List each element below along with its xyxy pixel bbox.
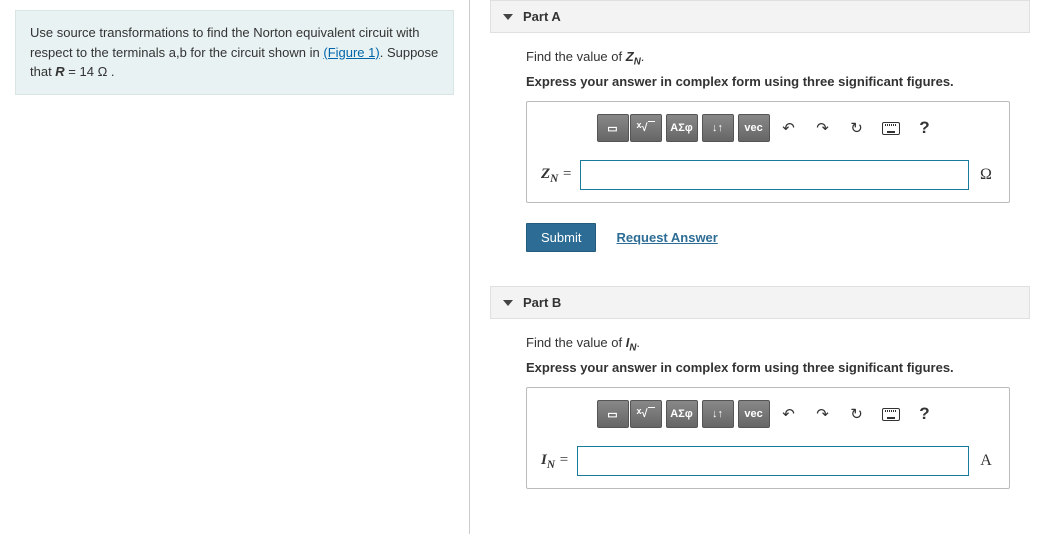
- help-icon[interactable]: ?: [910, 114, 940, 142]
- part-b-input[interactable]: [577, 446, 969, 476]
- part-b-question: Find the value of IN.: [526, 333, 1010, 356]
- part-a-title: Part A: [523, 9, 561, 24]
- problem-statement: Use source transformations to find the N…: [15, 10, 454, 95]
- vector-icon[interactable]: vec: [738, 114, 770, 142]
- templates-icon[interactable]: ▭: [597, 114, 629, 142]
- subscript-icon[interactable]: ↓↑: [702, 114, 734, 142]
- figure-link[interactable]: (Figure 1): [323, 45, 379, 60]
- reset-icon[interactable]: ↻: [842, 114, 872, 142]
- part-b-answer-row: IN = A: [541, 446, 995, 476]
- keyboard-icon[interactable]: [876, 400, 906, 428]
- part-a-header[interactable]: Part A: [490, 0, 1030, 33]
- part-a-actions: Submit Request Answer: [526, 223, 1010, 252]
- keyboard-icon[interactable]: [876, 114, 906, 142]
- page-layout: Use source transformations to find the N…: [0, 0, 1045, 534]
- answer-column: Part A Find the value of ZN. Express you…: [470, 0, 1045, 534]
- collapse-icon: [503, 300, 513, 306]
- part-a-unit: Ω: [977, 166, 995, 184]
- part-a-answer-row: ZN = Ω: [541, 160, 995, 190]
- part-a-input[interactable]: [580, 160, 969, 190]
- prompt-eq: = 14: [65, 64, 98, 79]
- part-a-instruction: Express your answer in complex form usin…: [526, 74, 1010, 89]
- part-b-instruction: Express your answer in complex form usin…: [526, 360, 1010, 375]
- vector-icon[interactable]: vec: [738, 400, 770, 428]
- redo-icon[interactable]: ↷: [808, 114, 838, 142]
- prompt-var: R: [55, 64, 64, 79]
- part-b-unit: A: [977, 452, 995, 470]
- part-a-question: Find the value of ZN.: [526, 47, 1010, 70]
- part-b-answer-panel: ▭ x√ ΑΣφ ↓↑ vec ↶ ↷ ↻ ?: [526, 387, 1010, 489]
- radical-icon[interactable]: x√: [630, 114, 662, 142]
- part-a-toolbar: ▭ x√ ΑΣφ ↓↑ vec ↶ ↷ ↻ ?: [541, 114, 995, 142]
- part-a-answer-panel: ▭ x√ ΑΣφ ↓↑ vec ↶ ↷ ↻ ?: [526, 101, 1010, 203]
- prompt-period: .: [107, 64, 114, 79]
- problem-column: Use source transformations to find the N…: [0, 0, 470, 534]
- reset-icon[interactable]: ↻: [842, 400, 872, 428]
- part-b-toolbar: ▭ x√ ΑΣφ ↓↑ vec ↶ ↷ ↻ ?: [541, 400, 995, 428]
- undo-icon[interactable]: ↶: [774, 114, 804, 142]
- radical-icon[interactable]: x√: [630, 400, 662, 428]
- part-a-body: Find the value of ZN. Express your answe…: [490, 33, 1030, 262]
- part-b-title: Part B: [523, 295, 561, 310]
- part-a-var-label: ZN =: [541, 166, 572, 185]
- help-icon[interactable]: ?: [910, 400, 940, 428]
- part-b-var-label: IN =: [541, 452, 569, 471]
- part-b-body: Find the value of IN. Express your answe…: [490, 319, 1030, 519]
- templates-icon[interactable]: ▭: [597, 400, 629, 428]
- undo-icon[interactable]: ↶: [774, 400, 804, 428]
- prompt-unit: Ω: [98, 64, 108, 79]
- submit-button[interactable]: Submit: [526, 223, 596, 252]
- subscript-icon[interactable]: ↓↑: [702, 400, 734, 428]
- request-answer-link[interactable]: Request Answer: [616, 230, 717, 245]
- part-b-header[interactable]: Part B: [490, 286, 1030, 319]
- greek-icon[interactable]: ΑΣφ: [666, 400, 698, 428]
- collapse-icon: [503, 14, 513, 20]
- redo-icon[interactable]: ↷: [808, 400, 838, 428]
- greek-icon[interactable]: ΑΣφ: [666, 114, 698, 142]
